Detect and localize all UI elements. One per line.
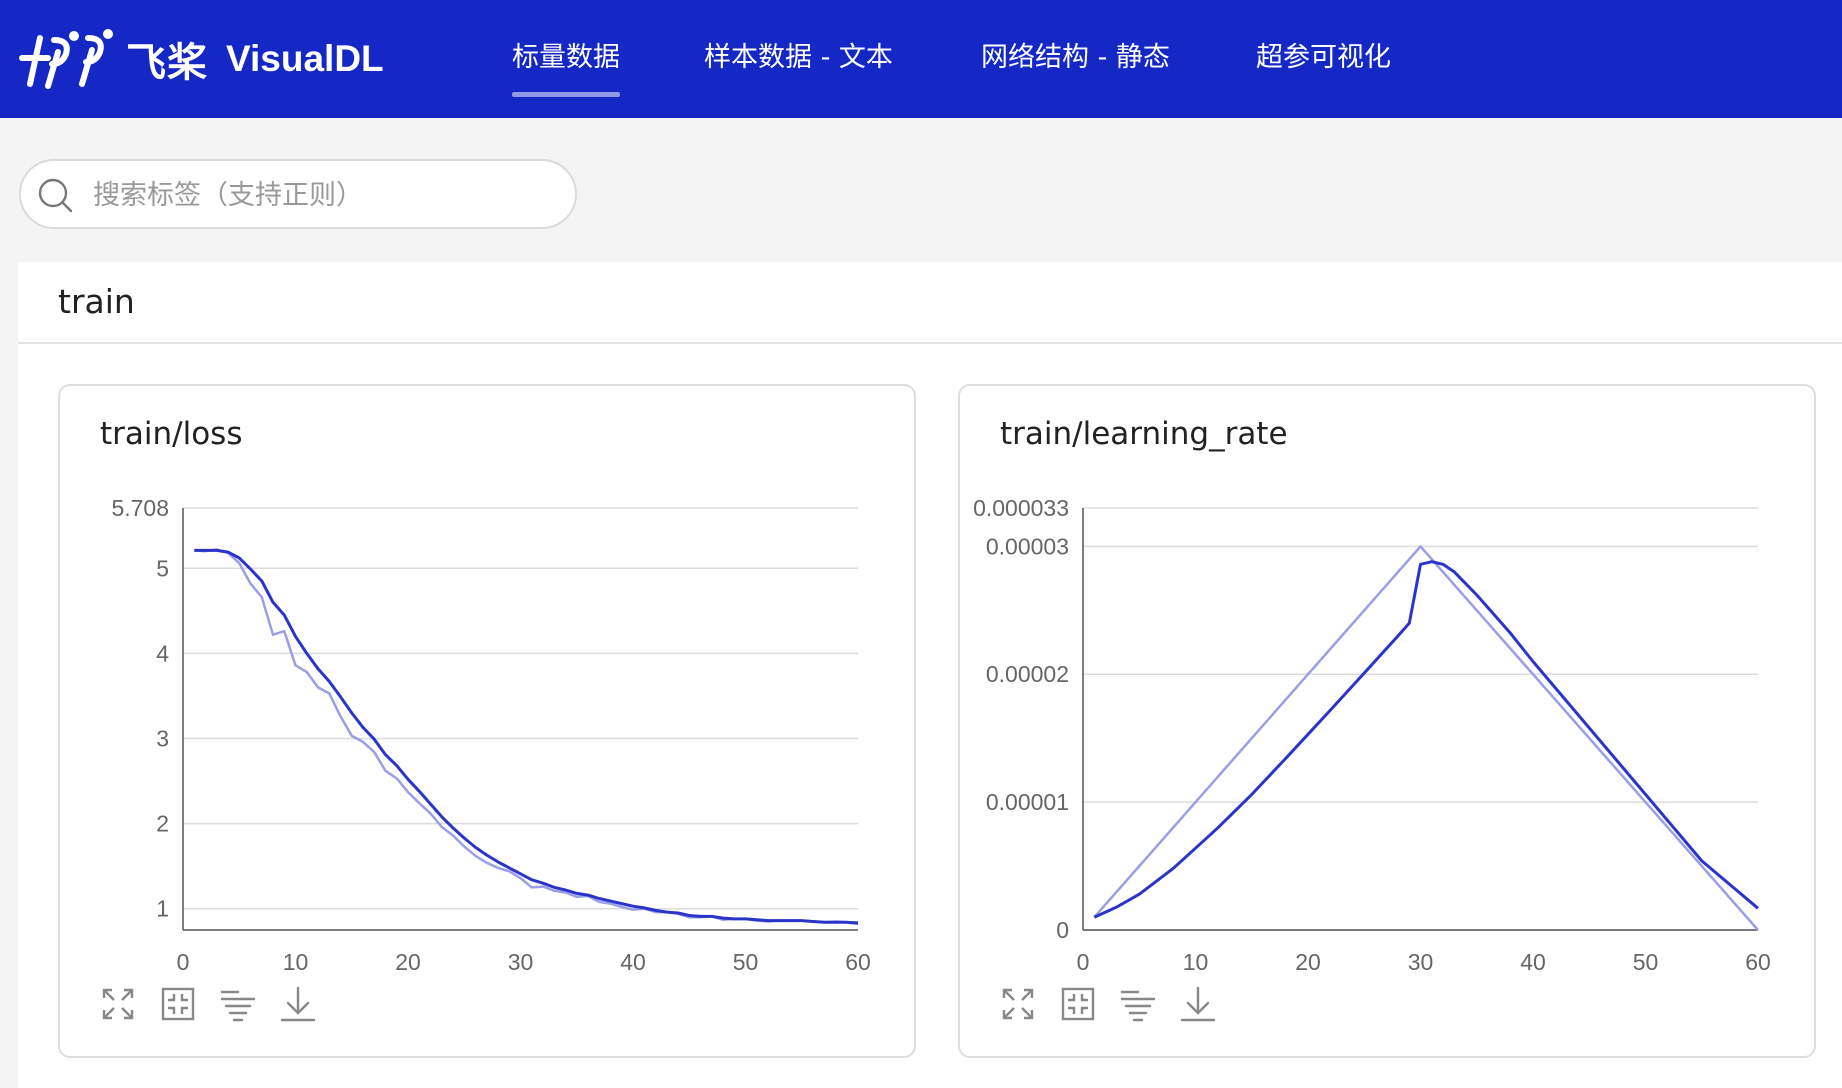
search-input[interactable] <box>93 173 553 217</box>
x-tick-label: 30 <box>508 949 534 975</box>
chart-card-train-learning-rate: 0 0.00001 0.00002 0.00003 0.000033 0 10 20 30 40 5… <box>958 384 1816 1058</box>
y-tick-label: 0 <box>1056 917 1069 943</box>
chart-title: train/loss <box>100 416 243 452</box>
section-divider <box>18 342 1842 344</box>
nav-tab-scalar[interactable]: 标量数据 <box>512 38 620 97</box>
nav-tab-text-samples[interactable]: 样本数据 - 文本 <box>704 38 893 78</box>
chart-toolbar <box>998 984 1238 1028</box>
x-tick-label: 10 <box>1183 949 1209 975</box>
download-button[interactable] <box>278 984 318 1024</box>
y-tick-label: 2 <box>156 811 169 837</box>
y-tick-label: 0.00002 <box>986 661 1069 687</box>
filter-icon <box>1120 990 1156 1022</box>
paddle-logo-icon <box>19 29 113 89</box>
tag-search-box[interactable] <box>19 159 577 229</box>
raw-series-line[interactable] <box>1093 545 1759 931</box>
chart-card-train-loss: 1 2 3 4 5 5.708 0 10 20 30 40 50 60 train/loss <box>58 384 916 1058</box>
restore-zoom-button[interactable] <box>1058 984 1098 1024</box>
tag-group-title[interactable]: train <box>58 282 135 321</box>
learning-rate-chart[interactable]: 0 0.00001 0.00002 0.00003 0.000033 0 10 20 30 40 5… <box>960 386 1818 986</box>
download-icon <box>280 986 316 1022</box>
y-tick-label: 4 <box>156 640 169 666</box>
toggle-y-axis-button[interactable] <box>218 984 258 1024</box>
search-icon <box>38 178 73 213</box>
x-tick-label: 0 <box>1077 949 1090 975</box>
x-tick-label: 20 <box>1295 949 1321 975</box>
x-tick-label: 50 <box>1633 949 1659 975</box>
fit-icon <box>161 987 195 1021</box>
x-tick-label: 40 <box>1520 949 1546 975</box>
y-tick-label: 0.000033 <box>973 495 1069 521</box>
smoothed-series-line[interactable] <box>194 548 859 925</box>
download-icon <box>1180 986 1216 1022</box>
x-tick-label: 40 <box>620 949 646 975</box>
brand-logo[interactable]: 飞桨 VisualDL <box>18 28 384 90</box>
top-navigation-bar: 飞桨 VisualDL 标量数据 样本数据 - 文本 网络结构 - 静态 超参可… <box>0 0 1842 118</box>
download-button[interactable] <box>1178 984 1218 1024</box>
y-tick-label: 5.708 <box>111 495 169 521</box>
nav-tab-graph-static[interactable]: 网络结构 - 静态 <box>981 38 1170 78</box>
x-tick-label: 10 <box>283 949 309 975</box>
nav-tab-hyperparameters[interactable]: 超参可视化 <box>1256 38 1391 78</box>
x-tick-label: 50 <box>733 949 759 975</box>
x-tick-label: 30 <box>1408 949 1434 975</box>
x-tick-label: 60 <box>1745 949 1771 975</box>
y-tick-label: 1 <box>156 896 169 922</box>
y-tick-label: 3 <box>156 725 169 751</box>
maximize-button[interactable] <box>998 984 1038 1024</box>
smoothed-series-line[interactable] <box>1093 560 1759 919</box>
y-tick-label: 5 <box>156 555 169 581</box>
expand-icon <box>102 988 134 1020</box>
chart-toolbar <box>98 984 338 1028</box>
fit-icon <box>1061 987 1095 1021</box>
chart-title: train/learning_rate <box>1000 416 1288 452</box>
y-tick-label: 0.00003 <box>986 533 1069 559</box>
expand-icon <box>1002 988 1034 1020</box>
loss-chart[interactable]: 1 2 3 4 5 5.708 0 10 20 30 40 50 60 <box>60 386 918 986</box>
toggle-y-axis-button[interactable] <box>1118 984 1158 1024</box>
brand-name-en: VisualDL <box>226 38 384 79</box>
restore-zoom-button[interactable] <box>158 984 198 1024</box>
x-tick-label: 0 <box>177 949 190 975</box>
x-tick-label: 20 <box>395 949 421 975</box>
brand-name-cn: 飞桨 <box>126 40 208 86</box>
maximize-button[interactable] <box>98 984 138 1024</box>
raw-series-line[interactable] <box>194 548 858 924</box>
filter-icon <box>220 990 256 1022</box>
y-tick-label: 0.00001 <box>986 789 1069 815</box>
x-tick-label: 60 <box>845 949 871 975</box>
